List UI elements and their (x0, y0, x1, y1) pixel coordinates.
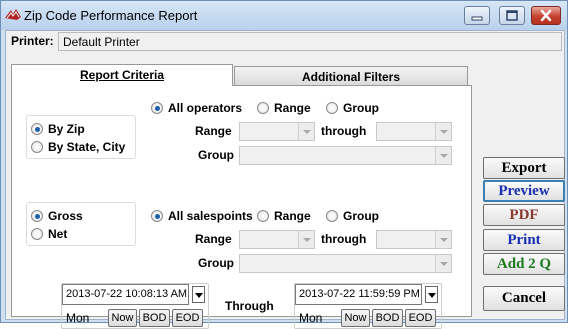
end-eod-button[interactable]: EOD (405, 309, 436, 327)
end-day-label: Mon (299, 311, 323, 325)
salespoint-group-select[interactable] (239, 254, 452, 273)
radio-by-zip-label: By Zip (48, 122, 85, 136)
preview-button[interactable]: Preview (483, 180, 565, 202)
salespoint-range-to-select[interactable] (376, 230, 452, 249)
radio-dot (31, 123, 43, 135)
chevron-down-icon (298, 231, 314, 248)
end-datetime-field[interactable]: 2013-07-22 11:59:59 PM (295, 284, 422, 305)
title-bar[interactable]: Zip Code Performance Report (1, 1, 567, 30)
maximize-icon (506, 10, 518, 21)
radio-dot (31, 210, 43, 222)
radio-by-state-city-label: By State, City (48, 140, 126, 154)
close-icon (540, 9, 552, 22)
radio-all-salespoints-label: All salespoints (168, 209, 253, 223)
salespoint-range-from-select[interactable] (239, 230, 315, 249)
operator-group-label: Group (198, 148, 234, 162)
start-now-button[interactable]: Now (108, 309, 137, 327)
operator-group-select[interactable] (239, 146, 452, 165)
report-window: Zip Code Performance Report Printer: Def… (0, 0, 568, 329)
radio-net[interactable]: Net (31, 226, 67, 242)
printer-field[interactable]: Default Printer (58, 32, 562, 51)
window-title: Zip Code Performance Report (24, 8, 198, 23)
radio-operator-range[interactable]: Range (257, 100, 311, 116)
add-to-queue-button[interactable]: Add 2 Q (483, 253, 565, 275)
operator-through-label: through (321, 124, 367, 138)
radio-operator-range-label: Range (274, 101, 311, 115)
operator-range-from-select[interactable] (239, 122, 315, 141)
operator-range-label: Range (195, 124, 232, 138)
radio-operator-group-label: Group (343, 101, 379, 115)
radio-gross-label: Gross (48, 209, 83, 223)
radio-dot (257, 210, 269, 222)
start-bod-button[interactable]: BOD (139, 309, 170, 327)
tab-additional-filters[interactable]: Additional Filters (234, 66, 468, 86)
chevron-down-icon (435, 231, 451, 248)
radio-dot (257, 102, 269, 114)
radio-salespoint-range[interactable]: Range (257, 208, 311, 224)
radio-net-label: Net (48, 227, 68, 241)
tab-report-criteria[interactable]: Report Criteria (11, 64, 233, 86)
radio-salespoint-group-label: Group (343, 209, 379, 223)
operator-range-to-select[interactable] (376, 122, 452, 141)
salespoint-range-label: Range (195, 232, 232, 246)
start-datetime-dropdown[interactable] (192, 286, 205, 303)
radio-by-zip[interactable]: By Zip (31, 121, 85, 137)
minimize-button[interactable] (464, 6, 490, 25)
close-button[interactable] (531, 6, 561, 25)
printer-label: Printer: (11, 34, 54, 48)
radio-dot (31, 141, 43, 153)
radio-dot (326, 210, 338, 222)
end-datetime-dropdown[interactable] (425, 286, 438, 303)
radio-operator-group[interactable]: Group (326, 100, 379, 116)
radio-gross[interactable]: Gross (31, 208, 83, 224)
salespoint-through-label: through (321, 232, 367, 246)
radio-dot (326, 102, 338, 114)
minimize-icon (471, 16, 483, 21)
radio-dot (151, 102, 163, 114)
radio-by-state-city[interactable]: By State, City (31, 139, 125, 155)
radio-salespoint-group[interactable]: Group (326, 208, 379, 224)
chevron-down-icon (435, 147, 451, 164)
end-now-button[interactable]: Now (341, 309, 370, 327)
chevron-down-icon (435, 255, 451, 272)
radio-all-salespoints[interactable]: All salespoints (151, 208, 253, 224)
tab-additional-filters-label: Additional Filters (301, 70, 400, 84)
cancel-button[interactable]: Cancel (483, 286, 565, 311)
radio-dot (31, 228, 43, 240)
radio-all-operators-label: All operators (168, 101, 243, 115)
report-criteria-panel: By Zip By State, City All operators Rang… (11, 85, 472, 329)
start-eod-button[interactable]: EOD (172, 309, 203, 327)
through-label: Through (225, 299, 274, 313)
tab-report-criteria-label: Report Criteria (79, 68, 165, 82)
radio-all-operators[interactable]: All operators (151, 100, 242, 116)
radio-salespoint-range-label: Range (274, 209, 311, 223)
maximize-button[interactable] (499, 6, 525, 25)
pdf-button[interactable]: PDF (483, 204, 565, 226)
app-logo-icon (5, 9, 21, 20)
client-area: Printer: Default Printer Report Criteria… (5, 30, 565, 329)
salespoint-group-label: Group (198, 256, 234, 270)
export-button[interactable]: Export (483, 157, 565, 179)
chevron-down-icon (298, 123, 314, 140)
radio-dot (151, 210, 163, 222)
chevron-down-icon (435, 123, 451, 140)
print-button[interactable]: Print (483, 229, 565, 251)
start-datetime-field[interactable]: 2013-07-22 10:08:13 AM (62, 284, 189, 305)
start-day-label: Mon (66, 311, 90, 325)
end-bod-button[interactable]: BOD (372, 309, 403, 327)
